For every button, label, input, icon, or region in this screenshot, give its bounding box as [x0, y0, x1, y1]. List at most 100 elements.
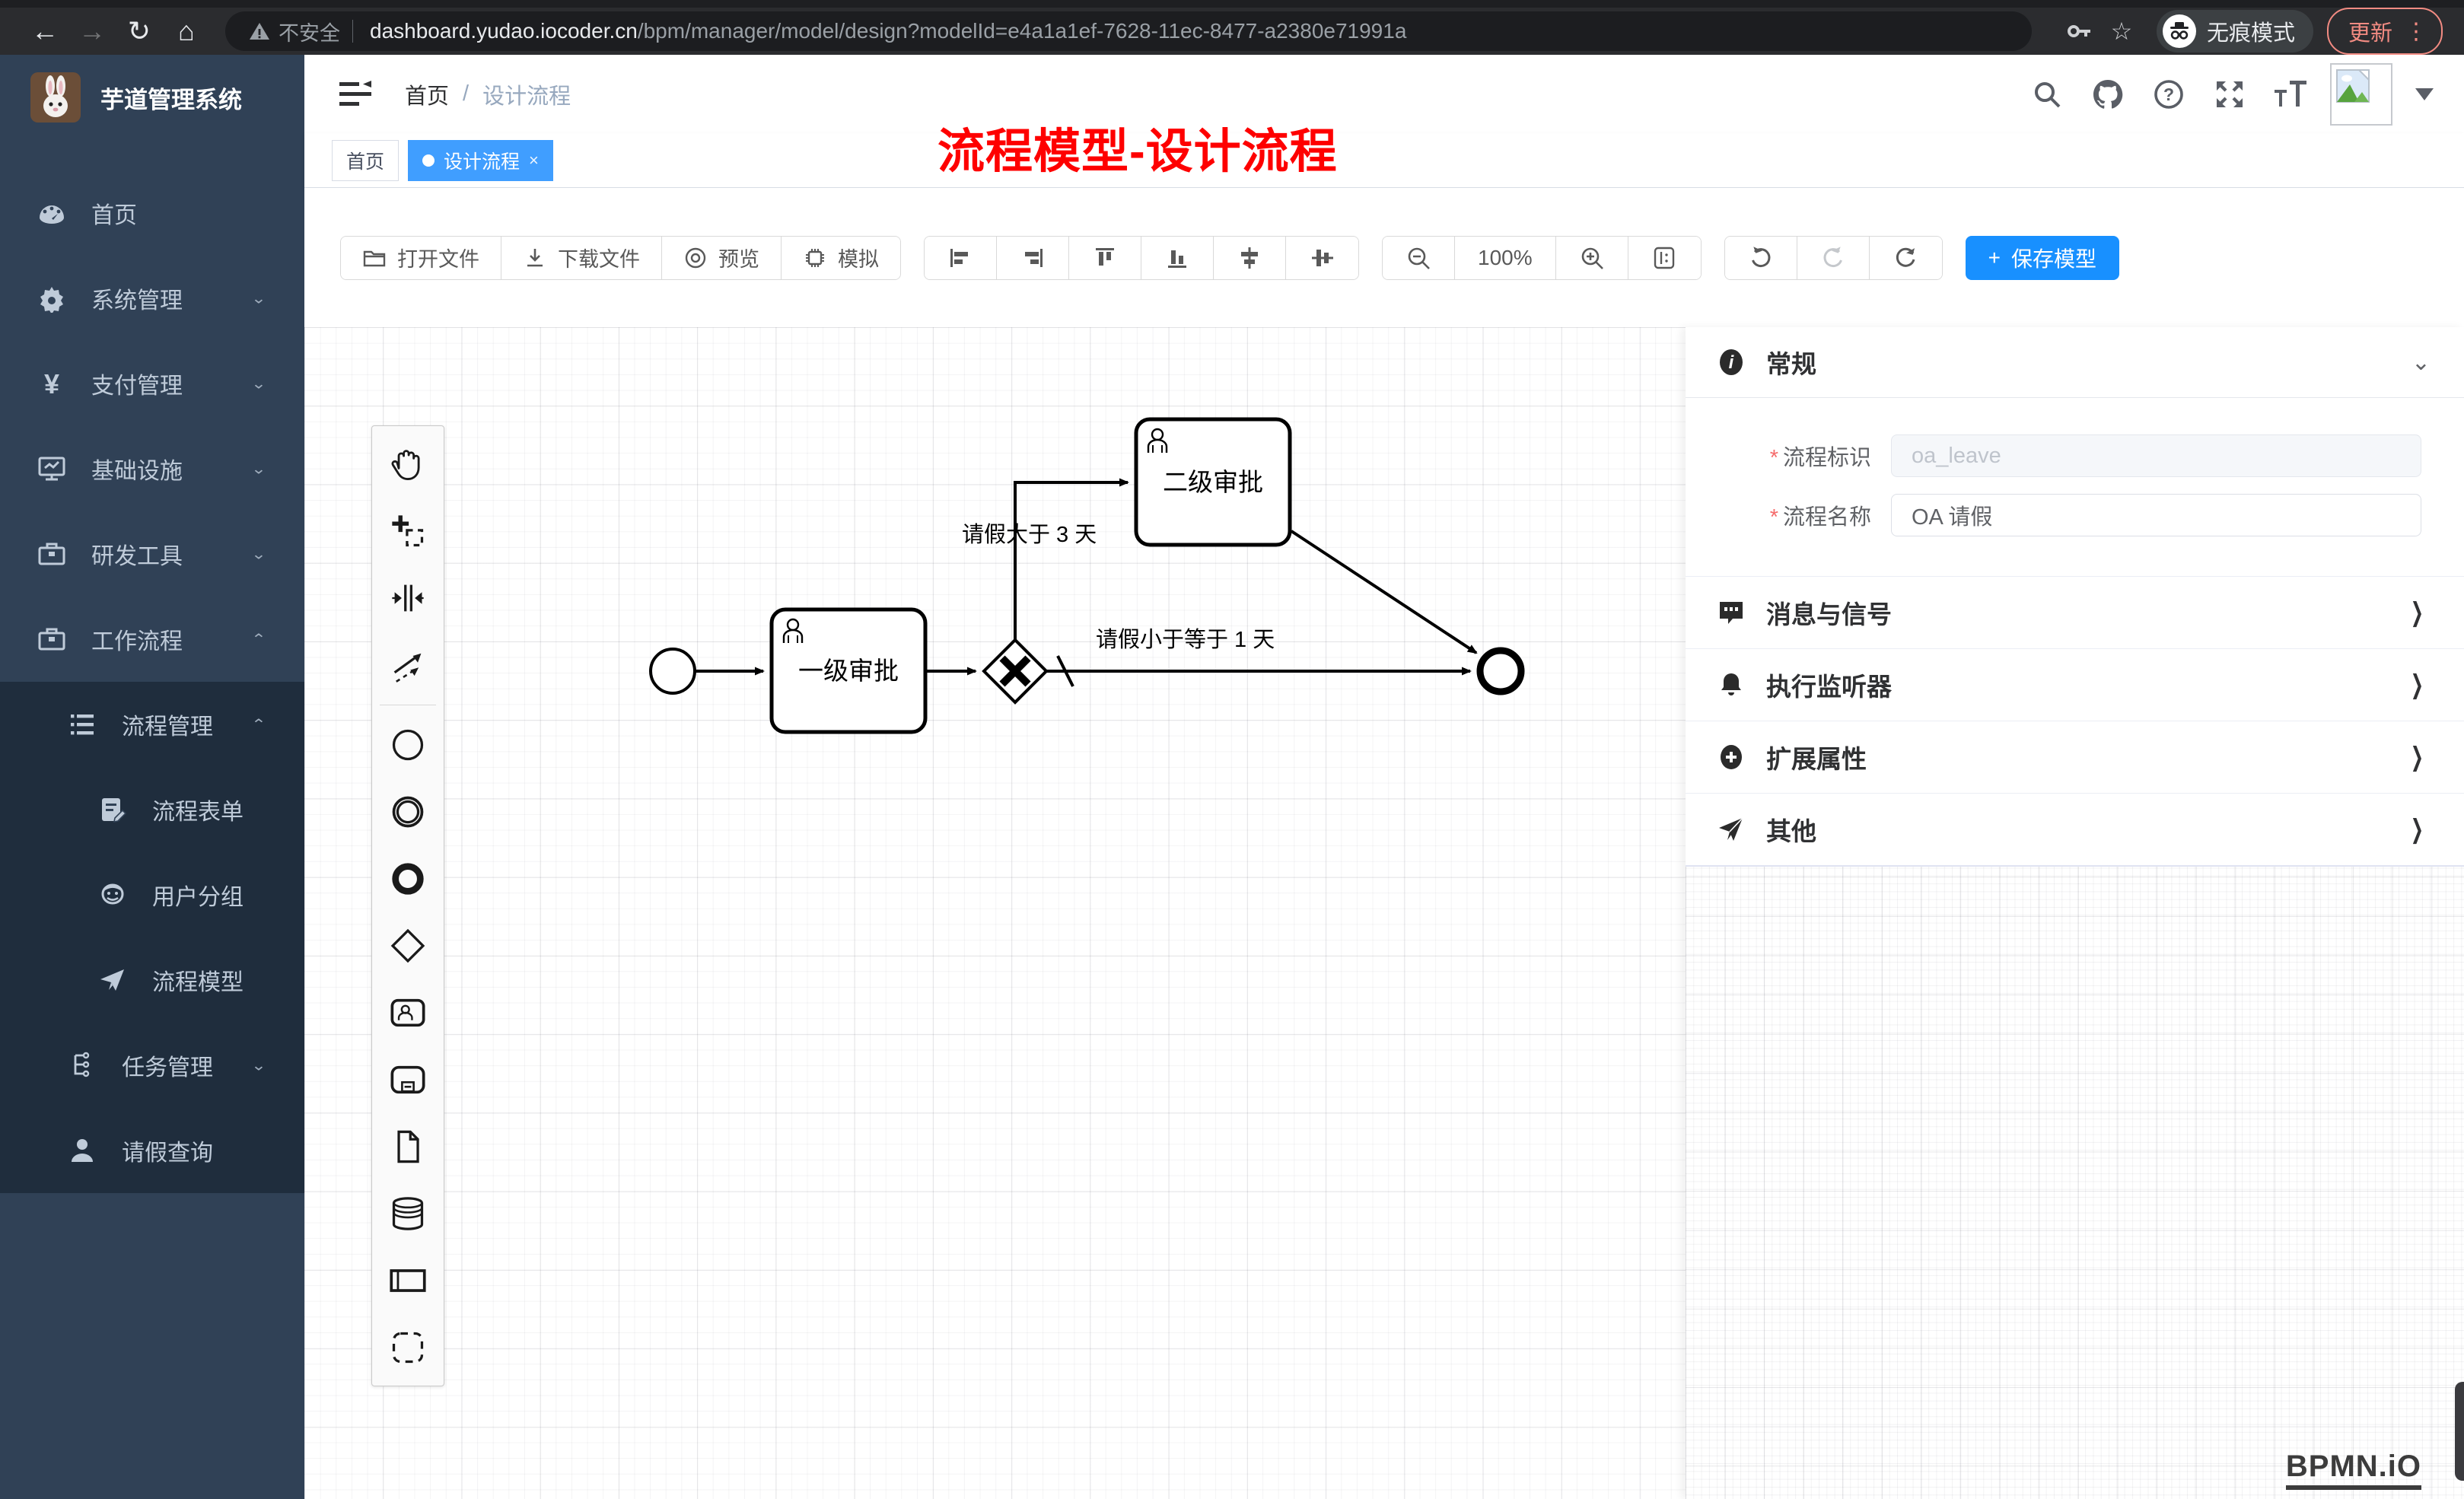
section-extended-attrs[interactable]: 扩展属性 ❯ — [1686, 721, 2464, 793]
app-logo-row[interactable]: 芋道管理系统 — [0, 55, 304, 140]
browser-home-button[interactable]: ⌂ — [163, 15, 210, 47]
browser-reload-button[interactable]: ↻ — [116, 15, 163, 47]
sidebar-item-流程表单[interactable]: 流程表单 — [0, 767, 304, 852]
zoom-in-button[interactable] — [1556, 237, 1628, 279]
process-name-input[interactable]: OA 请假 — [1891, 494, 2421, 536]
avatar-dropdown-caret[interactable] — [2415, 88, 2434, 100]
github-icon[interactable] — [2087, 73, 2129, 116]
download-button[interactable]: 下载文件 — [501, 237, 662, 279]
zoom-button-group: 100% — [1382, 236, 1702, 280]
align-center-v-button[interactable] — [1286, 237, 1358, 279]
restart-button[interactable] — [1870, 237, 1942, 279]
flow-task2-to-end[interactable] — [1291, 531, 1476, 653]
tab-design-process[interactable]: 设计流程 × — [408, 140, 553, 181]
align-top-button[interactable] — [1069, 237, 1141, 279]
properties-panel: i 常规 ⌄ *流程标识 oa_leave *流程名称 OA 请假 — [1686, 327, 2464, 1499]
user-task-level2[interactable]: 二级审批 — [1136, 419, 1290, 545]
sidebar-item-任务管理[interactable]: 任务管理⌄ — [0, 1023, 304, 1108]
sidebar-item-首页[interactable]: 首页 — [0, 170, 304, 256]
flow-tree-icon — [67, 1050, 97, 1080]
tab-close-icon[interactable]: × — [529, 151, 539, 170]
sidebar-item-流程管理[interactable]: 流程管理⌃ — [0, 682, 304, 767]
section-title: 其他 — [1766, 811, 1816, 848]
user-task-level1[interactable]: 一级审批 — [772, 609, 925, 732]
help-icon[interactable]: ? — [2147, 73, 2190, 116]
browser-back-button[interactable]: ← — [21, 15, 68, 47]
breadcrumb-home[interactable]: 首页 — [405, 78, 449, 110]
align-button-group — [924, 236, 1359, 280]
sidebar-fold-icon[interactable] — [339, 81, 371, 108]
section-general[interactable]: i 常规 ⌄ — [1686, 327, 2464, 397]
align-left-button[interactable] — [925, 237, 997, 279]
tab-home[interactable]: 首页 — [332, 140, 399, 181]
fullscreen-icon[interactable] — [2208, 73, 2251, 116]
sidebar-item-label: 研发工具 — [91, 537, 183, 571]
divider — [352, 20, 353, 43]
button-label: 模拟 — [838, 243, 879, 272]
chevron-down-icon[interactable]: ⌄ — [2411, 349, 2431, 376]
send-icon — [1716, 815, 1746, 844]
browser-chrome: ← → ↻ ⌂ 不安全 dashboard.yudao.iocoder.cn/b… — [0, 0, 2464, 55]
flow-label-gt3[interactable]: 请假大于 3 天 — [962, 522, 1097, 547]
required-asterisk: * — [1770, 505, 1778, 530]
security-warning[interactable]: 不安全 — [248, 17, 340, 46]
sidebar-item-label: 系统管理 — [91, 282, 183, 315]
sidebar-item-研发工具[interactable]: 研发工具 ⌄ — [0, 511, 304, 597]
sidebar-item-支付管理[interactable]: ¥支付管理⌄ — [0, 341, 304, 426]
redo-button[interactable] — [1797, 237, 1870, 279]
toolbox-icon — [37, 539, 67, 569]
sidebar-item-系统管理[interactable]: 系统管理⌄ — [0, 256, 304, 341]
bpmn-canvas[interactable]: 请假大于 3 天 请假小于等于 1 天 一级审批 — [304, 327, 2464, 1499]
eye-icon — [683, 246, 708, 270]
eye-button[interactable]: 预览 — [662, 237, 782, 279]
bpmn-io-watermark[interactable]: BPMN.iO — [2286, 1450, 2421, 1490]
font-size-icon[interactable] — [2269, 73, 2312, 116]
folder-open-button[interactable]: 打开文件 — [341, 237, 501, 279]
flow-label-le1[interactable]: 请假小于等于 1 天 — [1096, 627, 1275, 652]
sidebar-item-流程模型[interactable]: 流程模型 — [0, 937, 304, 1023]
button-label: 预览 — [718, 243, 759, 272]
zoom-out-button[interactable] — [1383, 237, 1455, 279]
address-bar[interactable]: 不安全 dashboard.yudao.iocoder.cn/bpm/manag… — [225, 11, 2032, 51]
exclusive-gateway[interactable] — [984, 640, 1046, 702]
align-center-h-button[interactable] — [1214, 237, 1286, 279]
chevron-right-icon: ❯ — [2410, 597, 2423, 628]
section-execution-listener[interactable]: 执行监听器 ❯ — [1686, 648, 2464, 721]
sidebar-item-请假查询[interactable]: 请假查询 — [0, 1108, 304, 1193]
user-avatar[interactable] — [2330, 63, 2392, 126]
sidebar-item-基础设施[interactable]: 基础设施⌄ — [0, 426, 304, 511]
fit-viewport-button[interactable] — [1628, 237, 1701, 279]
section-other[interactable]: 其他 ❯ — [1686, 793, 2464, 865]
align-right-button[interactable] — [997, 237, 1069, 279]
undo-button[interactable] — [1725, 237, 1797, 279]
update-label: 更新 — [2348, 15, 2392, 47]
paper-plane-icon — [97, 965, 128, 995]
browser-update-button[interactable]: 更新 ⋮ — [2327, 8, 2443, 55]
yen-icon: ¥ — [37, 368, 67, 399]
task2-label: 二级审批 — [1163, 468, 1263, 496]
sidebar-item-用户分组[interactable]: 用户分组 — [0, 852, 304, 937]
browser-forward-button[interactable]: → — [68, 15, 116, 47]
field-process-name: *流程名称 OA 请假 — [1686, 494, 2421, 536]
breadcrumb-separator: / — [463, 81, 469, 107]
bookmark-star-icon[interactable]: ☆ — [2100, 17, 2143, 46]
tags-view-bar: 首页 设计流程 × — [304, 133, 2464, 188]
start-event[interactable] — [651, 649, 695, 693]
end-event[interactable] — [1480, 651, 1521, 692]
save-model-button[interactable]: + 保存模型 — [1966, 236, 2119, 280]
password-key-icon[interactable] — [2058, 18, 2100, 44]
flow-gateway-to-task2[interactable] — [1015, 482, 1128, 640]
align-bottom-button[interactable] — [1141, 237, 1214, 279]
process-key-input[interactable]: oa_leave — [1891, 434, 2421, 477]
cpu-button[interactable]: 模拟 — [782, 237, 900, 279]
chevron-down-icon: ⌄ — [251, 460, 266, 477]
section-message-signal[interactable]: 消息与信号 ❯ — [1686, 576, 2464, 648]
drawer-handle[interactable] — [2455, 1382, 2464, 1481]
app-title: 芋道管理系统 — [100, 81, 242, 115]
align-bottom-icon — [1165, 246, 1189, 270]
sidebar-item-工作流程[interactable]: 工作流程⌃ — [0, 597, 304, 682]
browser-menu-icon[interactable]: ⋮ — [2405, 18, 2427, 45]
plus-icon: + — [1988, 246, 2001, 270]
search-icon[interactable] — [2026, 73, 2068, 116]
chevron-down-icon: ⌄ — [251, 545, 266, 562]
